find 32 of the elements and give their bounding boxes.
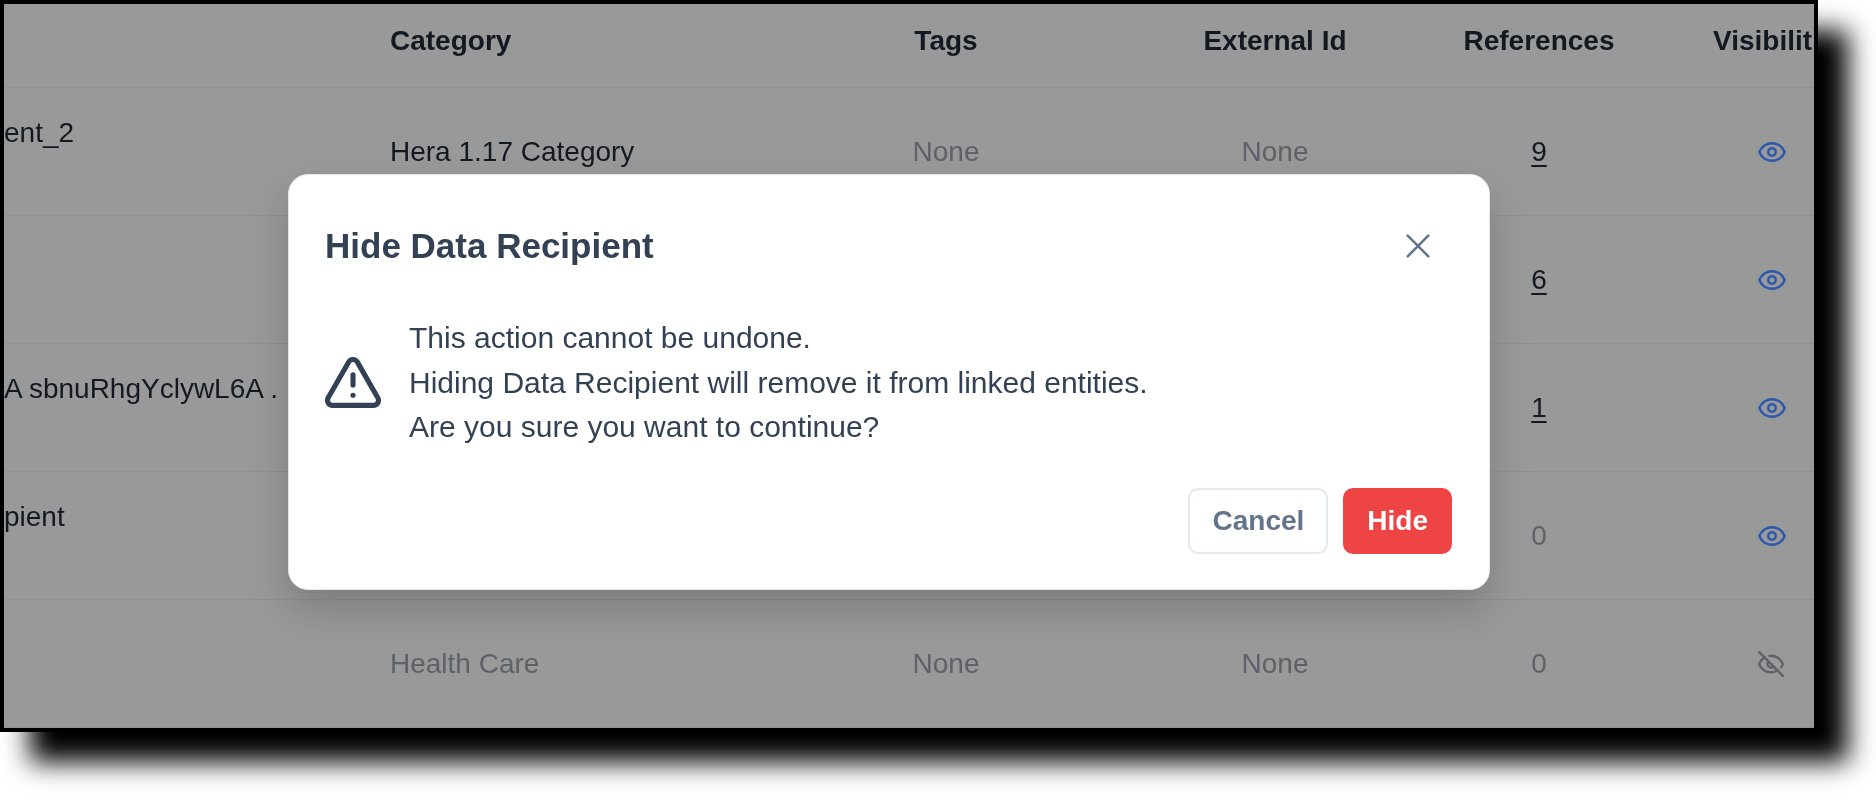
- crossed-eye-icon[interactable]: [1758, 650, 1784, 677]
- eye-icon[interactable]: [1758, 141, 1786, 162]
- eye-icon[interactable]: [1758, 269, 1786, 290]
- table-cell: Health Care: [390, 646, 540, 681]
- message-text: Hiding Data Recipient will remove it from linked entities.: [409, 364, 1148, 401]
- hide-button[interactable]: Hide: [1343, 487, 1452, 554]
- table-cell: pient: [4, 500, 65, 534]
- column-header: External Id: [1203, 24, 1347, 58]
- reference-link[interactable]: 6: [1531, 262, 1547, 297]
- table-cell: Hera 1.17 Category: [390, 134, 635, 169]
- table-cell: None: [912, 134, 980, 169]
- dialog-title: Hide Data Recipient: [325, 225, 654, 267]
- table-cell: A sbnuRhgYclywL6A .: [4, 372, 278, 406]
- table-cell: None: [1241, 134, 1309, 169]
- message-text: Are you sure you want to continue?: [409, 409, 881, 445]
- table-cell: 0: [1531, 646, 1547, 681]
- cancel-button[interactable]: Cancel: [1188, 487, 1329, 554]
- column-header: Category: [390, 24, 512, 58]
- eye-icon[interactable]: [1758, 397, 1786, 418]
- reference-link[interactable]: 1: [1531, 390, 1547, 425]
- reference-link[interactable]: 9: [1531, 134, 1547, 169]
- message-text: This action cannot be undone.: [409, 320, 812, 356]
- column-header: References: [1463, 24, 1615, 58]
- warning-icon: [325, 357, 381, 409]
- column-header: Tags: [914, 24, 978, 58]
- column-header: Visibilit: [1713, 24, 1813, 58]
- table-cell: ent_2: [4, 116, 75, 150]
- close-button[interactable]: [1406, 234, 1430, 258]
- table-cell: None: [912, 646, 980, 681]
- eye-icon[interactable]: [1758, 525, 1786, 546]
- table-cell: None: [1241, 646, 1309, 681]
- table-cell: 0: [1531, 518, 1547, 553]
